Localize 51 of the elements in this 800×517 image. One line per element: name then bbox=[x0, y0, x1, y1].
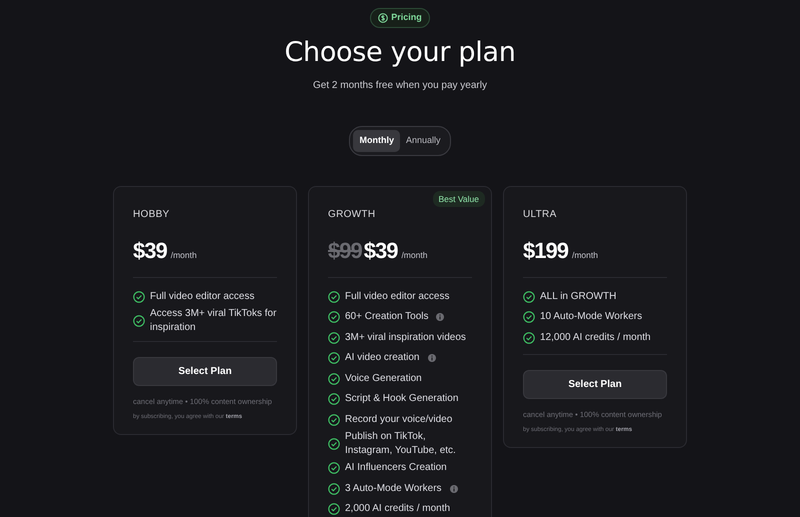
check-circle-icon bbox=[523, 290, 535, 303]
feature-text: 12,000 AI credits / month bbox=[540, 330, 651, 345]
plan-name: GROWTH bbox=[328, 208, 376, 222]
select-plan-button[interactable]: Select Plan bbox=[523, 370, 667, 400]
feature-text: 60+ Creation Tools bbox=[345, 310, 428, 324]
feature-text: Voice Generation bbox=[345, 372, 422, 386]
billing-option[interactable]: Monthly bbox=[353, 130, 400, 152]
feature-text: AI video creation bbox=[345, 351, 420, 366]
feature-text: Full video editor access bbox=[345, 290, 450, 304]
feature-text: ALL in GROWTH bbox=[540, 290, 616, 304]
subtitle: Get 2 months free when you pay yearly bbox=[312, 79, 488, 94]
check-circle-icon bbox=[328, 503, 340, 516]
plan-name: ULTRA bbox=[523, 208, 558, 222]
feature-text: 2,000 AI credits / month bbox=[345, 502, 450, 516]
badge-label: Pricing bbox=[391, 11, 422, 24]
price-period: /month bbox=[572, 248, 598, 262]
page-title: Choose your plan bbox=[283, 36, 517, 70]
plan-name: HOBBY bbox=[133, 208, 171, 222]
check-circle-icon bbox=[328, 393, 340, 406]
feature-text: 10 Auto-Mode Workers bbox=[540, 310, 642, 324]
check-circle-icon bbox=[328, 462, 340, 474]
check-circle-icon bbox=[328, 372, 340, 385]
check-circle-icon bbox=[328, 290, 340, 303]
check-circle-icon bbox=[523, 332, 535, 344]
feature-text: Record your voice/video bbox=[345, 412, 452, 427]
feature-text: Access 3M+ viral TikToks for inspiration bbox=[150, 307, 277, 336]
plan-price: $39 bbox=[364, 236, 398, 265]
dollar-coin-icon bbox=[378, 12, 388, 23]
billing-option[interactable]: Annually bbox=[400, 130, 447, 152]
check-circle-icon bbox=[523, 311, 535, 324]
best-value-tag: Best Value bbox=[432, 190, 485, 208]
feature-text: 3 Auto-Mode Workers bbox=[345, 482, 442, 496]
price-period: /month bbox=[401, 248, 428, 262]
select-plan-button[interactable]: Select Plan bbox=[133, 357, 277, 386]
feature-text: 3M+ viral inspiration videos bbox=[345, 330, 466, 345]
feature-text: Publish on TikTok, Instagram, YouTube, etc. bbox=[345, 430, 457, 458]
feature-text: AI Influencers Creation bbox=[345, 461, 447, 476]
price-period: /month bbox=[170, 248, 197, 262]
check-circle-icon bbox=[328, 414, 340, 426]
check-circle-icon bbox=[133, 290, 145, 303]
check-circle-icon bbox=[328, 482, 340, 495]
feature-text: Script & Hook Generation bbox=[345, 392, 458, 406]
check-circle-icon bbox=[328, 352, 340, 364]
old-price: $99 bbox=[328, 236, 362, 265]
check-circle-icon bbox=[328, 438, 340, 450]
feature-text: Full video editor access bbox=[150, 290, 254, 304]
check-circle-icon bbox=[133, 315, 145, 328]
plan-price: $39 bbox=[133, 236, 167, 265]
check-circle-icon bbox=[328, 332, 340, 344]
plan-price: $199 bbox=[523, 236, 568, 265]
check-circle-icon bbox=[328, 311, 340, 324]
